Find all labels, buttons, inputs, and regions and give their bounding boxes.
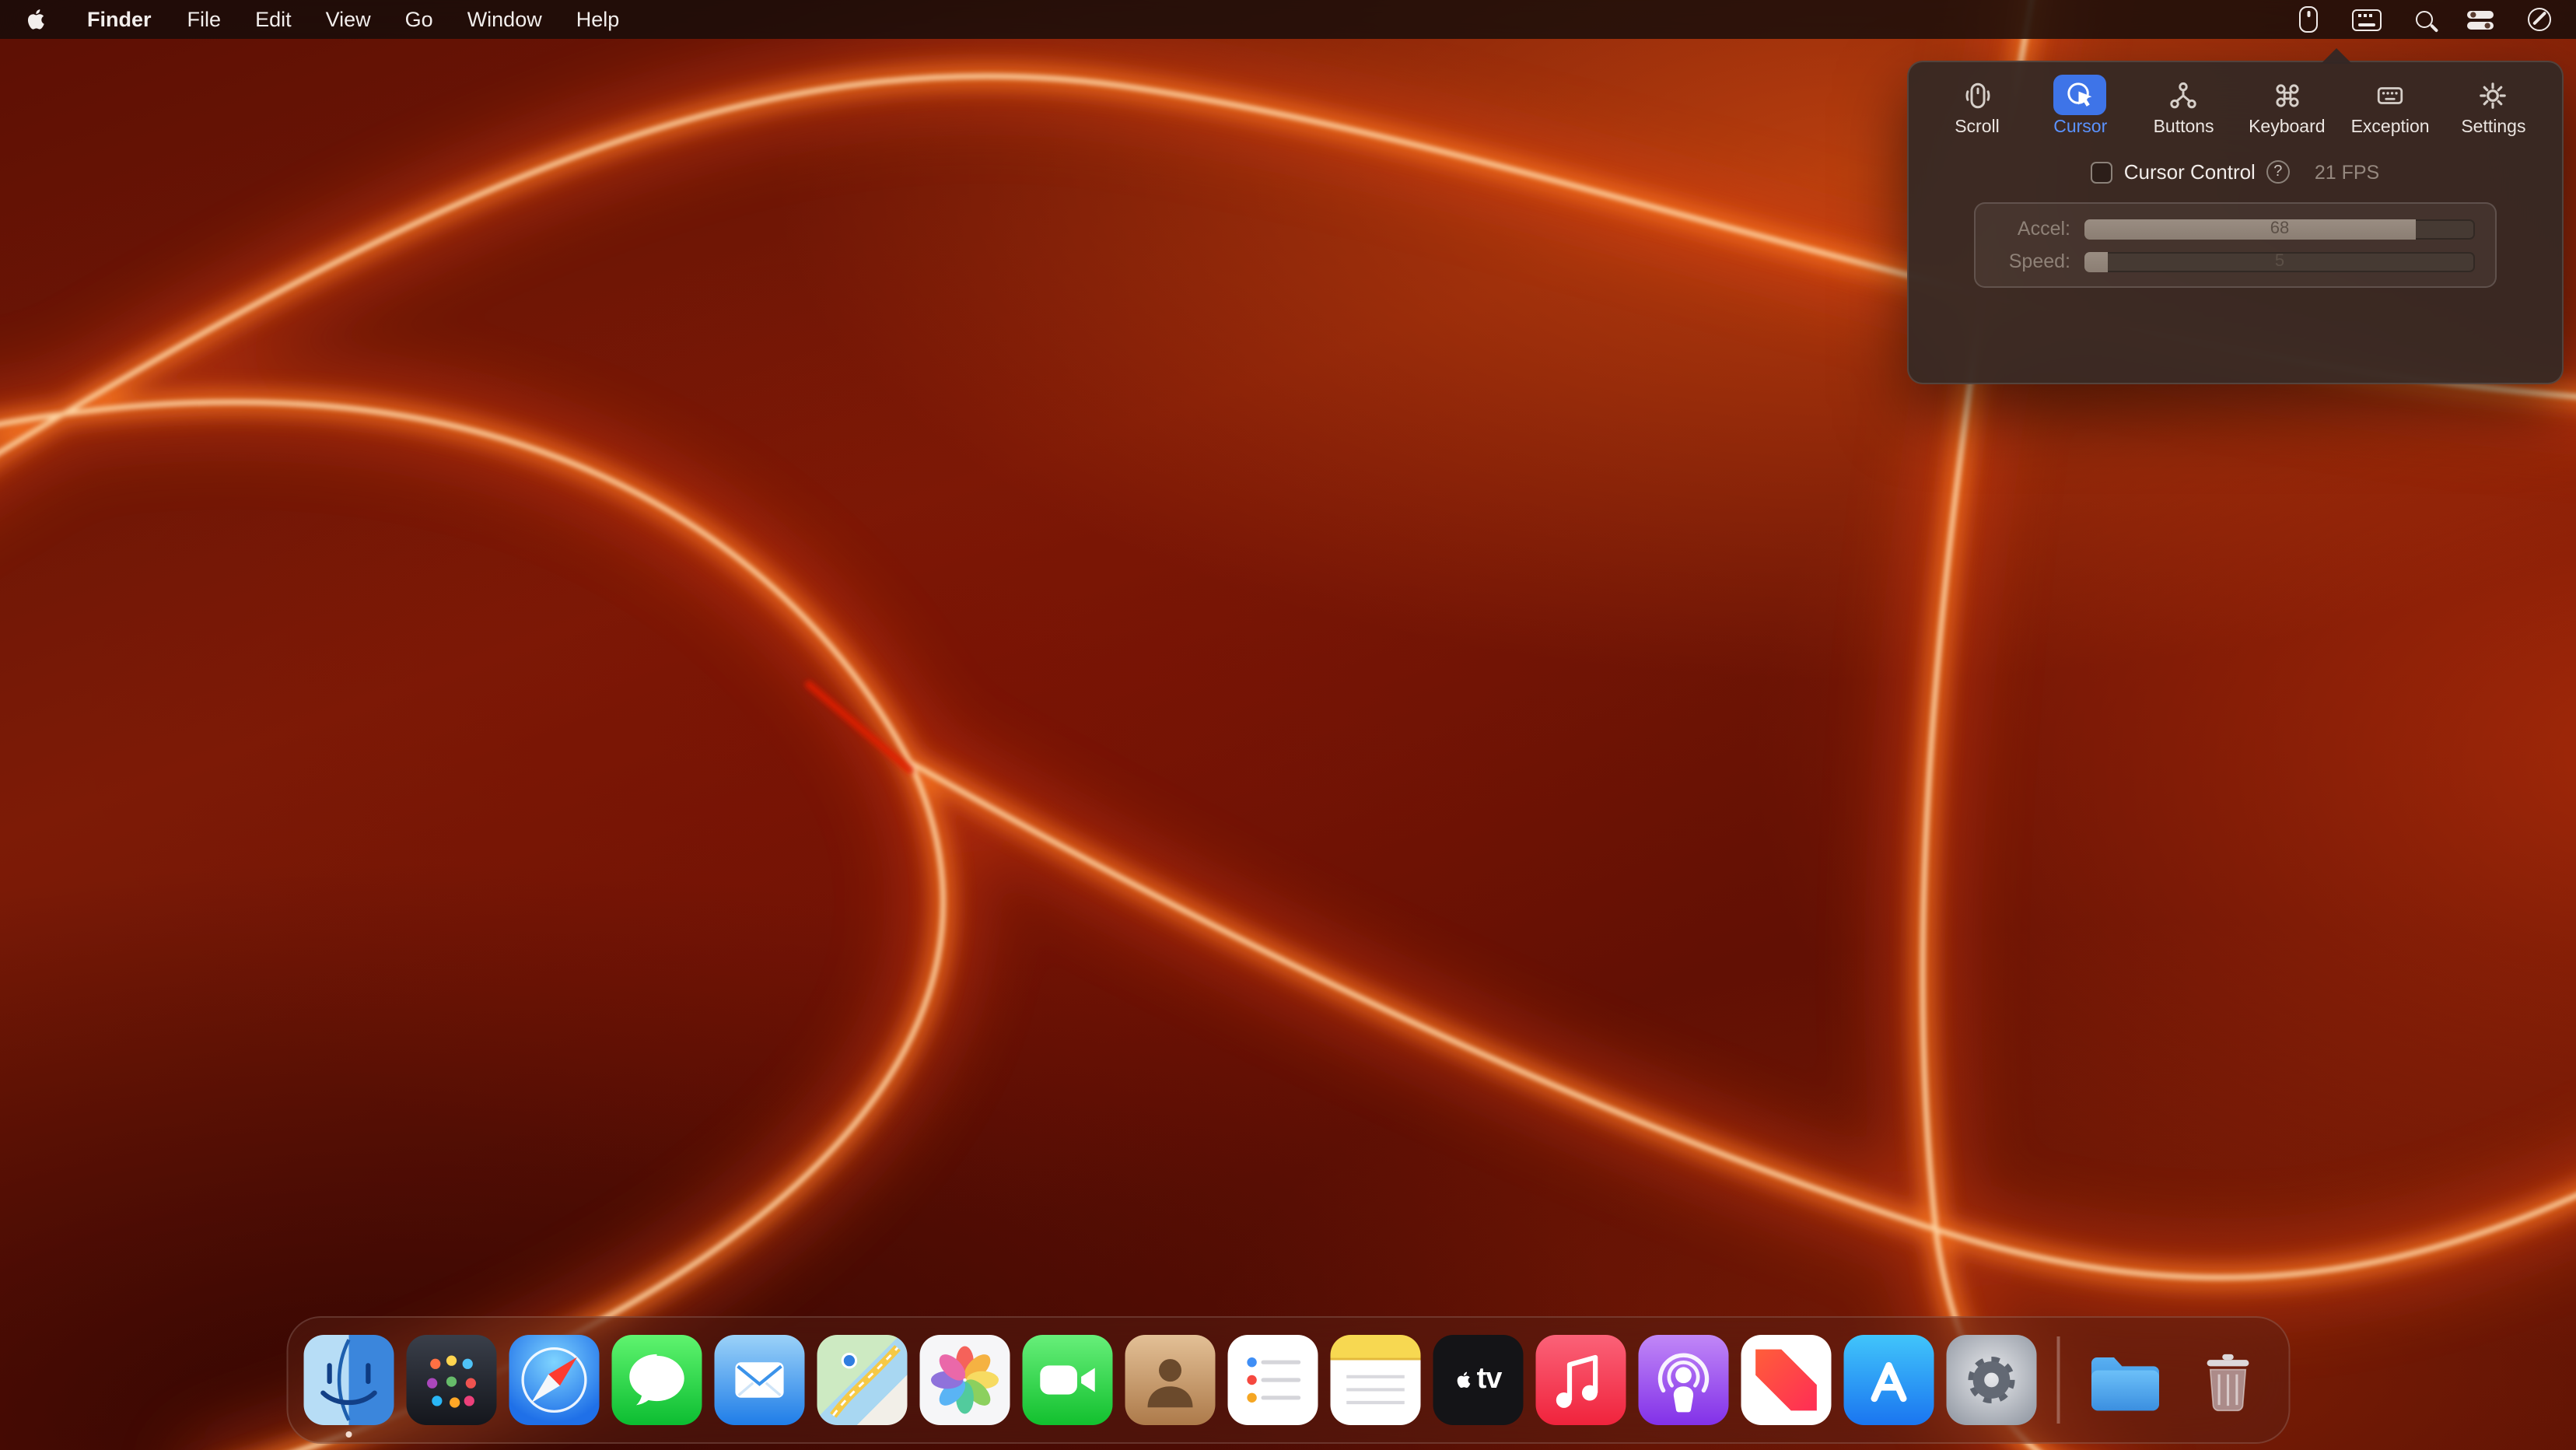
dock-reminders[interactable] [1228,1335,1318,1425]
reminders-icon [1228,1335,1318,1425]
dock-system-settings[interactable] [1947,1335,2037,1425]
dock-photos[interactable] [920,1335,1010,1425]
downloads-folder-icon [2080,1335,2170,1425]
cursor-icon [2054,75,2107,115]
photos-icon [920,1335,1010,1425]
app-store-icon [1844,1335,1934,1425]
dock-notes[interactable] [1331,1335,1421,1425]
focus-icon[interactable] [2528,8,2551,31]
menu-help[interactable]: Help [559,0,637,39]
accel-row: Accel: 68 [1996,218,2475,240]
dock-music[interactable] [1536,1335,1626,1425]
menu-go[interactable]: Go [388,0,450,39]
buttons-icon [2158,75,2210,115]
dock-downloads[interactable] [2080,1335,2170,1425]
apple-menu[interactable] [0,0,68,39]
dock-app-store[interactable] [1844,1335,1934,1425]
tv-label: tv [1477,1363,1502,1397]
dock-mail[interactable] [715,1335,805,1425]
menu-bar-status [2299,0,2576,39]
trash-icon [2182,1335,2273,1425]
tab-exception-label: Exception [2351,118,2430,137]
safari-icon [509,1335,600,1425]
menu-bar: Finder File Edit View Go Window Help [0,0,2576,39]
gear-icon [2467,75,2520,115]
tab-cursor-label: Cursor [2053,118,2107,137]
dock-contacts[interactable] [1125,1335,1216,1425]
speed-row: Speed: 5 [1996,250,2475,272]
dock-messages[interactable] [612,1335,702,1425]
apple-logo-small [1455,1369,1474,1391]
speed-value: 5 [2084,251,2475,271]
settings-gear-icon [1947,1335,2037,1425]
speed-label: Speed: [1996,250,2070,272]
tab-buttons[interactable]: Buttons [2134,75,2234,137]
cursor-control-checkbox[interactable] [2091,161,2113,183]
accel-label: Accel: [1996,218,2070,240]
accel-slider[interactable]: 68 [2084,219,2475,239]
running-indicator [346,1431,352,1438]
contacts-icon [1125,1335,1216,1425]
command-icon [2260,75,2313,115]
cursor-control-label: Cursor Control [2124,160,2256,184]
accel-value: 68 [2084,219,2475,239]
tv-icon: tv [1433,1335,1524,1425]
mail-icon [715,1335,805,1425]
dock-safari[interactable] [509,1335,600,1425]
facetime-icon [1023,1335,1113,1425]
dock-trash[interactable] [2182,1335,2273,1425]
messages-icon [612,1335,702,1425]
dock-podcasts[interactable] [1639,1335,1729,1425]
help-icon[interactable]: ? [2266,160,2290,184]
tab-cursor[interactable]: Cursor [2031,75,2130,137]
apple-icon [25,6,48,33]
tab-settings[interactable]: Settings [2444,75,2543,137]
desktop: Finder File Edit View Go Window Help Scr… [0,0,2576,1450]
dock-launchpad[interactable] [407,1335,497,1425]
dock-tv[interactable]: tv [1433,1335,1524,1425]
dock-maps[interactable] [817,1335,908,1425]
notes-icon [1331,1335,1421,1425]
podcasts-icon [1639,1335,1729,1425]
tab-settings-label: Settings [2461,118,2525,137]
menu-window[interactable]: Window [450,0,559,39]
finder-icon [304,1335,394,1425]
fps-label: 21 FPS [2315,161,2379,183]
cursor-settings-group: Accel: 68 Speed: 5 [1974,202,2497,288]
dock-separator [2057,1336,2060,1424]
dock-news[interactable] [1741,1335,1832,1425]
app-menu-finder[interactable]: Finder [68,0,170,39]
tab-scroll[interactable]: Scroll [1927,75,2027,137]
exception-icon [2364,75,2417,115]
dock-finder[interactable] [304,1335,394,1425]
tab-exception[interactable]: Exception [2340,75,2440,137]
music-icon [1536,1335,1626,1425]
control-center-icon[interactable] [2467,10,2494,29]
dock-facetime[interactable] [1023,1335,1113,1425]
menu-bar-left: Finder File Edit View Go Window Help [0,0,636,39]
tab-scroll-label: Scroll [1955,118,2000,137]
cursor-control-row: Cursor Control ? 21 FPS [1909,160,2562,184]
tab-keyboard-label: Keyboard [2249,118,2325,137]
spotlight-icon[interactable] [2416,11,2433,28]
keyboard-status-icon[interactable] [2352,9,2382,30]
tab-buttons-label: Buttons [2154,118,2214,137]
launchpad-icon [407,1335,497,1425]
maps-icon [817,1335,908,1425]
menu-edit[interactable]: Edit [238,0,309,39]
mouse-utility-popover: Scroll Cursor Buttons Keyboard [1907,61,2564,384]
news-icon [1741,1335,1832,1425]
menu-file[interactable]: File [170,0,239,39]
speed-slider[interactable]: 5 [2084,251,2475,271]
tab-keyboard[interactable]: Keyboard [2237,75,2336,137]
popover-tabs: Scroll Cursor Buttons Keyboard [1909,62,2562,137]
mouse-status-icon[interactable] [2299,6,2318,33]
dock: tv [287,1316,2290,1444]
menu-view[interactable]: View [309,0,388,39]
scroll-icon [1951,75,2004,115]
